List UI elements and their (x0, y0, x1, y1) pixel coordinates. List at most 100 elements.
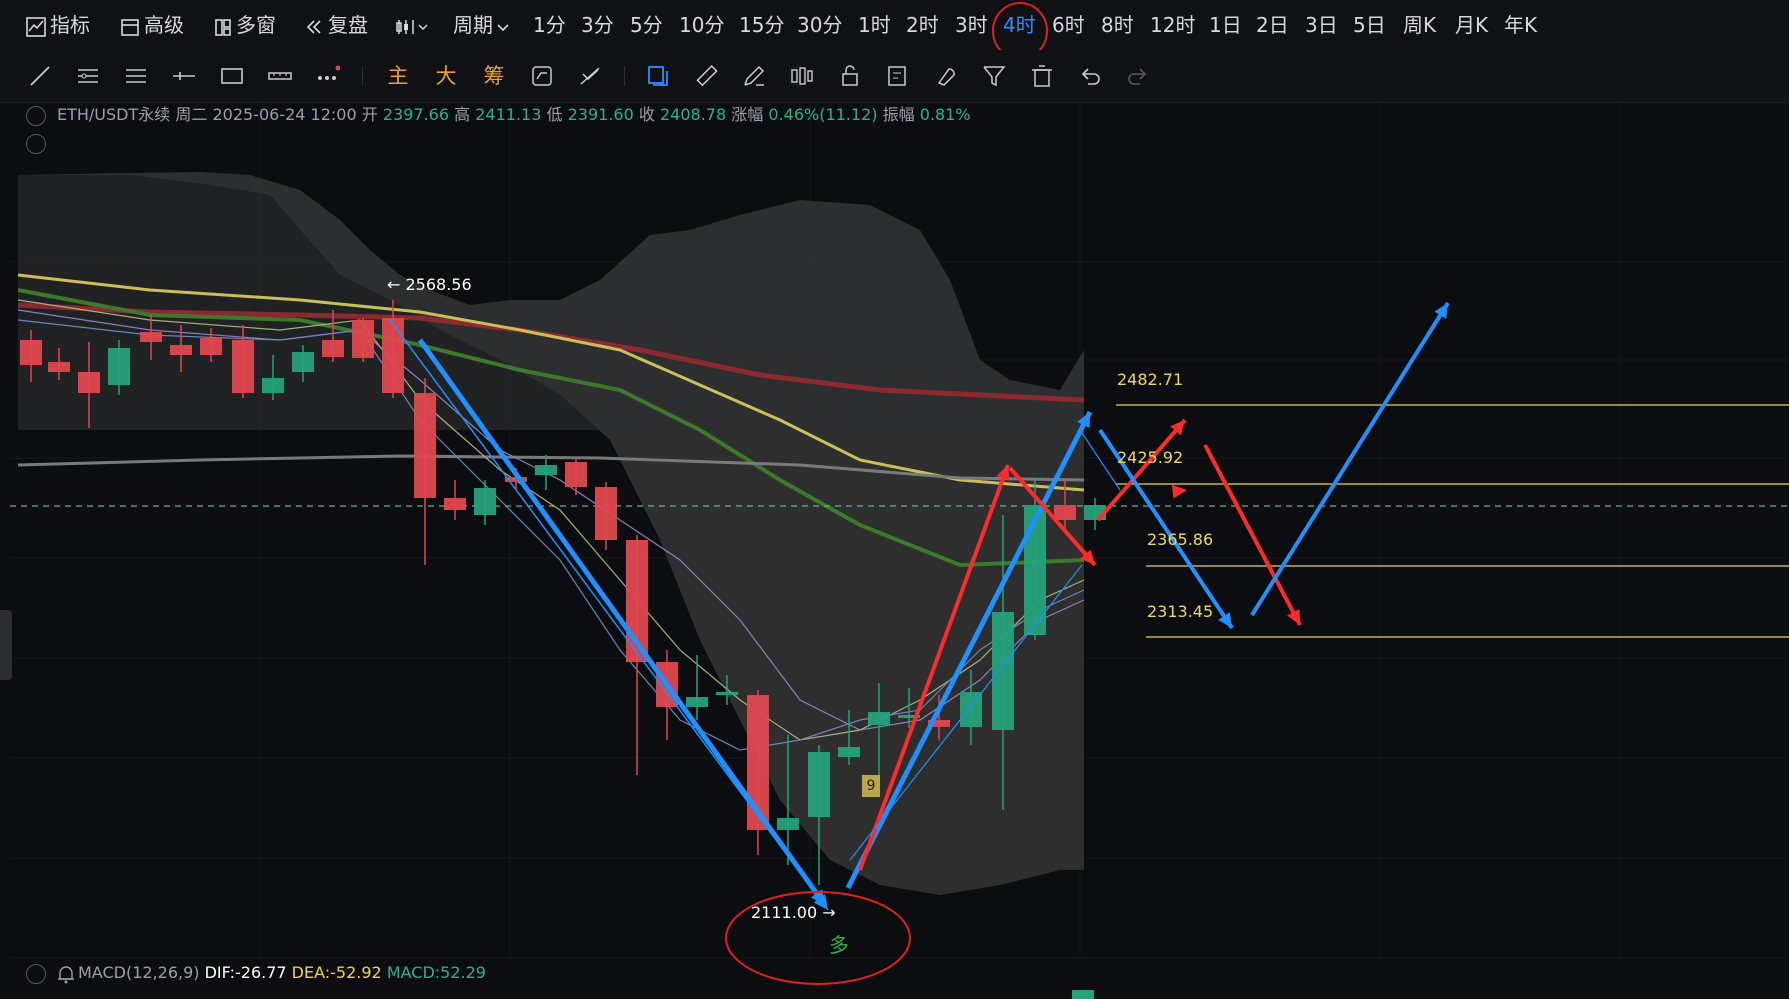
level-label-2: 2425.92 (1117, 448, 1184, 467)
macd-name: MACD(12,26,9) (78, 963, 200, 982)
macd-info-bar: MACD(12,26,9) DIF:-26.77 DEA:-52.92 MACD… (78, 962, 486, 984)
candle-body (414, 393, 436, 498)
drawing-toolbar: 主 大 筹 (0, 50, 1789, 103)
line-tool-icon[interactable] (28, 64, 52, 88)
interval-tab[interactable]: 8时 (1101, 11, 1134, 39)
chart-type-dropdown[interactable] (395, 11, 433, 39)
interval-tab[interactable]: 周K (1403, 11, 1436, 39)
interval-tab[interactable]: 5日 (1353, 11, 1386, 39)
rectangle-tool-icon[interactable] (220, 64, 244, 88)
interval-tab[interactable]: 年K (1504, 11, 1537, 39)
ruler-icon[interactable] (694, 64, 718, 88)
alert-bell-icon[interactable] (57, 964, 75, 984)
period-dropdown[interactable]: 周期 (453, 11, 514, 39)
interval-tab[interactable]: 10分 (679, 11, 724, 39)
low-value: 2391.60 (567, 105, 634, 124)
parallel-channel-icon[interactable] (76, 64, 100, 88)
toolbar-divider (362, 66, 363, 86)
interval-tab[interactable]: 12时 (1150, 11, 1195, 39)
interval-tab[interactable]: 1分 (533, 11, 566, 39)
edit-note-icon[interactable] (886, 64, 910, 88)
level-label-4: 2313.45 (1147, 602, 1214, 621)
interval-tab[interactable]: 1日 (1209, 11, 1242, 39)
candle-body (808, 752, 830, 817)
compare-icon[interactable] (530, 64, 554, 88)
pencil-icon[interactable] (742, 64, 766, 88)
replay-label: 复盘 (328, 13, 368, 37)
candles-compare-icon[interactable] (790, 64, 814, 88)
interval-tab[interactable]: 15分 (739, 11, 784, 39)
interval-tab[interactable]: 1时 (858, 11, 891, 39)
measure-tool-icon[interactable] (268, 64, 292, 88)
interval-tab[interactable]: 5分 (630, 11, 663, 39)
macd-dea: DEA:-52.92 (291, 963, 382, 982)
macd-value: MACD:52.29 (386, 963, 486, 982)
advanced-label: 高级 (144, 13, 184, 37)
candle-body (170, 345, 192, 355)
horizontal-ray-icon[interactable] (172, 64, 196, 88)
advanced-button[interactable]: 高级 (120, 11, 184, 39)
candle-body (200, 338, 222, 355)
interval-tab[interactable]: 2时 (906, 11, 939, 39)
chevron-down-icon (497, 23, 509, 31)
filter-icon[interactable] (982, 64, 1006, 88)
low-label: 低 (546, 105, 563, 124)
more-tools-icon[interactable] (316, 64, 340, 88)
strategy-icon[interactable] (578, 64, 602, 88)
trash-icon[interactable] (1030, 64, 1054, 88)
down-arrow-red-2-shaft (1203, 444, 1302, 626)
interval-tab[interactable]: 30分 (797, 11, 842, 39)
candle-body (595, 487, 617, 540)
high-label: 高 (454, 105, 471, 124)
change-value: 0.46%(11.12) (768, 105, 878, 124)
level-label-1: 2482.71 (1117, 370, 1184, 389)
redo-icon[interactable] (1126, 64, 1150, 88)
interval-tab[interactable]: 3分 (581, 11, 614, 39)
price-chart[interactable] (0, 103, 1789, 999)
macd-histogram-bar (1072, 990, 1094, 999)
interval-tab[interactable]: 月K (1455, 11, 1488, 39)
copy-layer-icon[interactable] (646, 64, 670, 88)
side-panel-handle[interactable] (0, 610, 12, 680)
calendar-icon (121, 18, 139, 36)
expand-arrow-icon[interactable] (26, 134, 46, 154)
open-label: 开 (361, 105, 378, 124)
multi-window-button[interactable]: 多窗 (214, 11, 276, 39)
interval-tab[interactable]: 2日 (1256, 11, 1289, 39)
interval-tab[interactable]: 6时 (1052, 11, 1085, 39)
replay-button[interactable]: 复盘 (304, 11, 368, 39)
long-signal-label: 多 (829, 933, 849, 957)
magnet-icon[interactable] (934, 64, 958, 88)
symbol-name: ETH/USDT永续 (57, 105, 171, 124)
horizontal-lines-icon[interactable] (124, 64, 148, 88)
chips-toggle[interactable]: 筹 (481, 64, 507, 88)
candlestick-icon (396, 19, 428, 34)
interval-tab[interactable]: 3时 (955, 11, 988, 39)
amplitude-label: 振幅 (882, 105, 915, 124)
candle-body (777, 818, 799, 830)
up-arrow-blue-2 (1250, 301, 1450, 617)
multi-window-label: 多窗 (236, 13, 276, 37)
indicator-chart-icon (26, 16, 46, 37)
candle-body (382, 318, 404, 393)
big-order-toggle[interactable]: 大 (433, 64, 459, 88)
candle-body (232, 340, 254, 393)
up-arrow-red-2 (1096, 418, 1187, 522)
main-indicator-toggle[interactable]: 主 (385, 64, 411, 88)
candle-body (565, 462, 587, 487)
top-menu-bar: 指标 高级 多窗 复盘 周期 1分 3分 5分 10分 15分 30分 1时 2时 3时 4时 6时… (0, 0, 1789, 60)
period-label: 周期 (453, 13, 493, 37)
interval-tab[interactable]: 3日 (1305, 11, 1338, 39)
td-sequence-badge: 9 (862, 775, 880, 797)
collapse-macd-icon[interactable] (26, 964, 46, 984)
lock-icon[interactable] (838, 64, 862, 88)
bar-datetime: 2025-06-24 12:00 (212, 105, 357, 124)
rewind-icon (306, 19, 321, 34)
low-price-marker: 2111.00 → (751, 903, 836, 922)
collapse-info-icon[interactable] (26, 106, 46, 126)
candle-body (48, 362, 70, 372)
hidden-head (1171, 484, 1187, 499)
indicators-button[interactable]: 指标 (26, 11, 90, 39)
candle-body (474, 488, 496, 515)
undo-icon[interactable] (1078, 64, 1102, 88)
